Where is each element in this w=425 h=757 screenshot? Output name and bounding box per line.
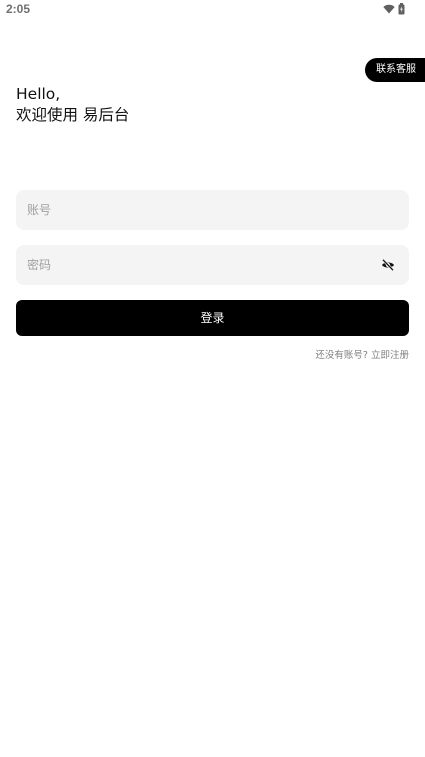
- register-row: 还没有账号? 立即注册: [315, 347, 409, 361]
- password-input[interactable]: [27, 245, 367, 285]
- register-link[interactable]: 立即注册: [371, 350, 409, 361]
- battery-icon: [398, 3, 405, 15]
- login-screen: 2:05 联系客服 Hello, 欢迎使用 易后台 账号 登录 还没有账号? 立…: [0, 0, 425, 757]
- account-field: [16, 190, 409, 230]
- status-time: 2:05: [6, 2, 31, 16]
- register-prompt: 还没有账号?: [315, 350, 368, 361]
- greeting: Hello, 欢迎使用 易后台: [16, 84, 129, 126]
- account-input[interactable]: [27, 190, 367, 230]
- greeting-welcome: 欢迎使用 易后台: [16, 106, 130, 124]
- password-field: [16, 245, 409, 285]
- login-button[interactable]: 登录: [16, 300, 409, 336]
- status-bar: 2:05: [0, 0, 425, 20]
- eye-off-icon[interactable]: [381, 258, 395, 272]
- contact-service-button[interactable]: 联系客服: [365, 58, 425, 82]
- wifi-icon: [383, 4, 395, 14]
- status-icons: [383, 3, 405, 15]
- greeting-hello: Hello,: [16, 85, 61, 103]
